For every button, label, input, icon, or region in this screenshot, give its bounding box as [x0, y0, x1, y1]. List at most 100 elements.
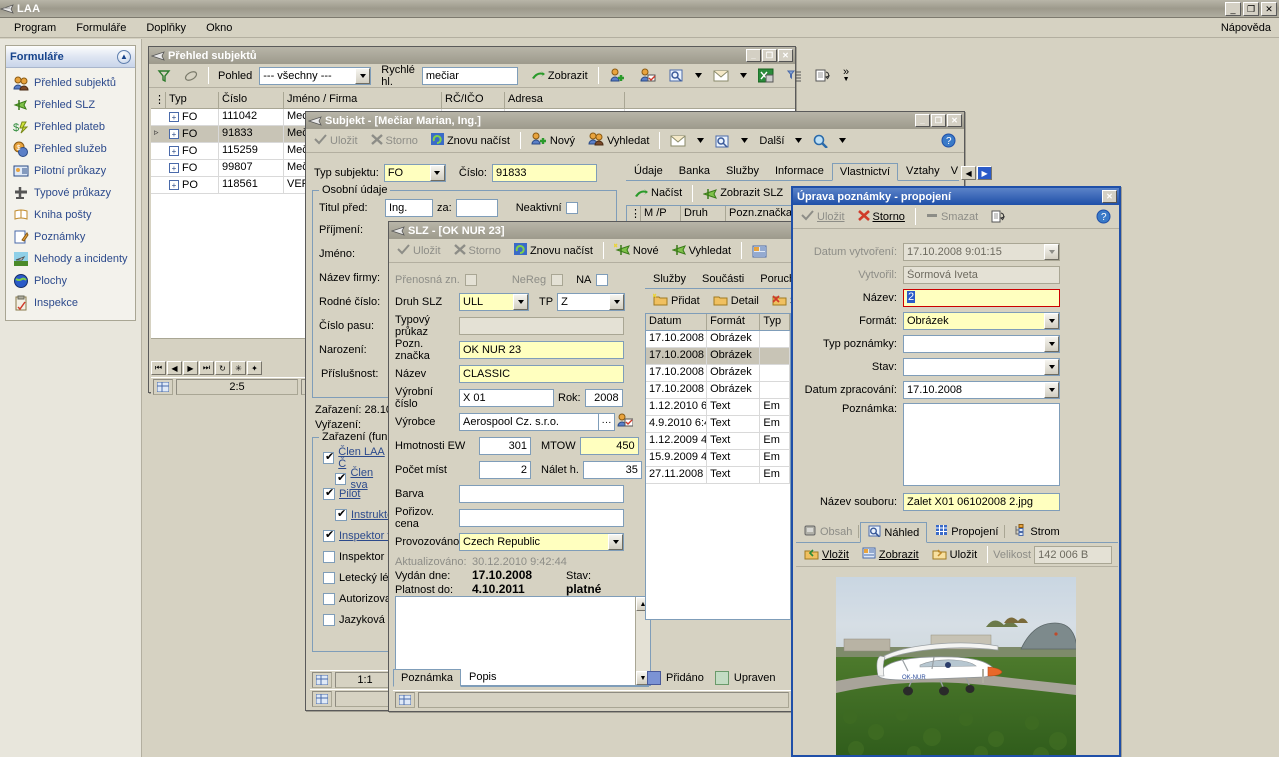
magnifier-icon[interactable] [808, 132, 833, 150]
slz-titlebar[interactable]: SLZ - [OK NUR 23] [389, 222, 793, 239]
tab-scroll-left-button[interactable]: ◀ [961, 166, 977, 180]
porizov-cena-input[interactable] [459, 509, 624, 527]
subjekt-statusbar-grid-icon[interactable] [312, 671, 332, 688]
subjekt-minimize-button[interactable]: _ [915, 114, 930, 127]
chevron-down-icon[interactable] [513, 294, 528, 310]
chevron-down-icon[interactable] [609, 294, 625, 310]
cislo-input[interactable] [491, 164, 597, 182]
chevron-down-icon[interactable] [1044, 335, 1059, 352]
sidebar-item-prehled-sluzeb[interactable]: $ Přehled služeb [6, 138, 135, 160]
slz-new-button[interactable]: Nové [609, 241, 664, 261]
autorizovany-checkbox[interactable] [323, 593, 335, 605]
subjekt-find-button[interactable]: Vyhledat [583, 130, 654, 151]
nav-first-button[interactable]: ⏮ [151, 361, 166, 375]
menu-okno[interactable]: Okno [196, 20, 242, 36]
chevron-down-icon-b[interactable] [738, 137, 751, 144]
format-input[interactable] [903, 311, 1060, 330]
na-checkbox[interactable] [596, 274, 609, 286]
expand-icon[interactable]: + [169, 180, 179, 190]
menu-program[interactable]: Program [4, 20, 66, 36]
detail-button[interactable]: Detail [708, 291, 764, 311]
poznamka-help-button[interactable]: ? [1091, 207, 1116, 226]
subjekt-help-button[interactable]: ? [936, 131, 961, 150]
tab-banka[interactable]: Banka [671, 162, 718, 180]
tab-vztahy[interactable]: Vztahy [898, 162, 948, 180]
instruktor-label[interactable]: Instruktc [351, 509, 393, 521]
table-row[interactable]: 17.10.2008 9 Obrázek [646, 348, 790, 365]
expand-icon[interactable]: + [169, 163, 179, 173]
sidebar-item-prehled-slz[interactable]: Přehled SLZ [6, 94, 135, 116]
column-druh[interactable]: Druh [681, 206, 726, 222]
table-row[interactable]: 17.10.2008 9 Obrázek [646, 331, 790, 348]
expand-icon[interactable]: + [169, 112, 179, 122]
tab-udaje[interactable]: Údaje [626, 162, 671, 180]
app-close-button[interactable]: ✕ [1261, 2, 1277, 16]
pocet-mist-input[interactable] [479, 461, 531, 479]
column-rc-ico[interactable]: RČ/IČO [442, 92, 505, 108]
edit-user-icon[interactable] [634, 66, 661, 85]
chevron-down-icon-a[interactable] [694, 137, 707, 144]
preview-icon[interactable] [710, 132, 735, 150]
slz-cancel-button[interactable]: Storno [449, 242, 506, 260]
nazev-input[interactable] [903, 288, 1060, 307]
poznamka-cancel-button[interactable]: Storno [853, 208, 910, 226]
sidebar-item-kniha-posty[interactable]: Kniha pošty [6, 204, 135, 226]
column-cislo[interactable]: Číslo [219, 92, 284, 108]
filter-icon[interactable] [152, 67, 176, 85]
format-combo[interactable] [903, 311, 1060, 330]
clear-filter-icon[interactable] [179, 67, 203, 85]
letecky-lekar-checkbox[interactable] [323, 572, 335, 584]
chevron-down-icon-1[interactable] [692, 72, 705, 79]
poznamka-save-button[interactable]: Uložit [796, 208, 850, 226]
inspektor-p-checkbox[interactable] [323, 551, 335, 563]
rychle-search-input[interactable] [421, 66, 518, 85]
datum-vytvoreni-combo[interactable] [903, 242, 1060, 261]
pilot-label[interactable]: Pilot [339, 488, 360, 500]
column-typ[interactable]: Typ [166, 92, 219, 108]
subjekt-reload-button[interactable]: Znovu načíst [426, 131, 515, 150]
chevron-down-icon[interactable] [1044, 381, 1059, 398]
column-mp[interactable]: M /P [641, 206, 681, 222]
titul-pred-input[interactable] [385, 199, 433, 217]
subjekt-titlebar[interactable]: Subjekt - [Mečiar Marian, Ing.] _ ❐ ✕ [306, 112, 964, 129]
sidebar-item-inspekce[interactable]: Inspekce [6, 292, 135, 314]
rok-input[interactable] [584, 389, 623, 407]
subjekt-bottom-grid-icon[interactable] [312, 690, 332, 707]
druh-slz-combo[interactable] [459, 293, 529, 311]
statusbar-grid-icon[interactable] [153, 378, 173, 395]
pridat-button[interactable]: Přidat [648, 291, 705, 311]
slz-find-button[interactable]: Vyhledat [667, 241, 736, 261]
sidebar-item-pilotni-prukazy[interactable]: Pilotní průkazy [6, 160, 135, 182]
nazev-input[interactable] [459, 365, 624, 383]
inspektor-t-checkbox[interactable] [323, 528, 335, 542]
tab-obsah[interactable]: Obsah [796, 521, 860, 542]
zobrazit-slz-button[interactable]: Zobrazit SLZ [698, 185, 788, 202]
prenosna-checkbox[interactable] [464, 274, 477, 286]
subjekt-save-button[interactable]: Uložit [309, 132, 363, 150]
barva-input[interactable] [459, 485, 624, 503]
provozovano-input[interactable] [459, 533, 624, 551]
prehled-titlebar[interactable]: Přehled subjektů _ ❐ ✕ [149, 47, 795, 64]
chevron-down-icon-d[interactable] [836, 137, 849, 144]
nav-new-button[interactable]: ✳ [231, 361, 246, 375]
table-row[interactable]: 1.12.2010 6: Text Em [646, 399, 790, 416]
typ-subjektu-combo[interactable] [383, 164, 446, 182]
filter-list-icon[interactable] [782, 67, 807, 85]
nav-next-button[interactable]: ▶ [183, 361, 198, 375]
expand-icon[interactable]: + [169, 129, 179, 139]
mail-icon[interactable] [665, 132, 691, 149]
typovy-prukaz-input[interactable] [459, 317, 624, 335]
tab-strom[interactable]: Strom [1006, 521, 1067, 542]
column-typ[interactable]: Typ [760, 314, 790, 330]
titul-za-input[interactable] [455, 199, 498, 217]
chevron-down-icon[interactable] [1044, 358, 1059, 375]
table-row[interactable]: 27.11.2008 5 Text Em [646, 467, 790, 484]
subjekt-new-button[interactable]: Nový [526, 130, 580, 151]
tab-v[interactable]: V [948, 162, 961, 180]
nereg-checkbox[interactable] [551, 274, 564, 286]
sidebar-item-plochy[interactable]: Plochy [6, 270, 135, 292]
typ-poznamky-input[interactable] [903, 334, 1060, 353]
nav-prev-button[interactable]: ◀ [167, 361, 182, 375]
table-row[interactable]: 17.10.2008 9 Obrázek [646, 365, 790, 382]
vlozit-button[interactable]: Vložit [799, 545, 854, 565]
